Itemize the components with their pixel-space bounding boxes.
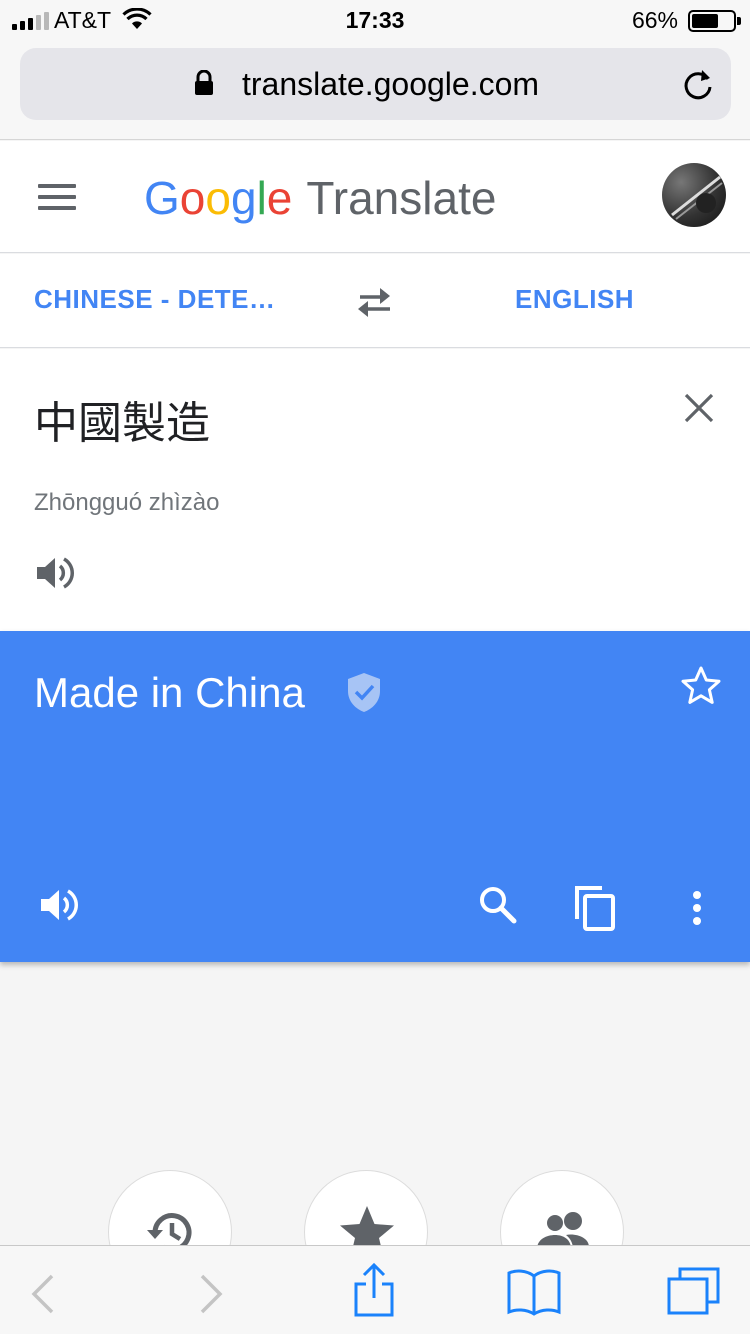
battery-fill (692, 14, 719, 28)
tabs-icon[interactable] (666, 1266, 722, 1316)
swap-languages-icon[interactable] (356, 286, 394, 318)
translation-result-card: Made in China (0, 631, 750, 962)
reload-icon[interactable] (681, 66, 715, 102)
browser-address-area: translate.google.com (0, 42, 750, 140)
avatar[interactable] (662, 163, 726, 227)
status-bar: AT&T 17:33 66% (0, 0, 750, 42)
romanization-text: Zhōngguó zhìzào (34, 489, 220, 516)
avatar-image (671, 175, 723, 220)
share-icon[interactable] (352, 1262, 396, 1318)
copy-icon[interactable] (574, 885, 616, 931)
clear-icon[interactable] (684, 393, 714, 423)
google-translate-logo[interactable]: Google Translate (144, 171, 496, 225)
battery-nub (737, 17, 741, 25)
source-panel: 中國製造 Zhōngguó zhìzào (0, 349, 750, 631)
app-header: Google Translate (0, 141, 750, 253)
star-outline-icon[interactable] (680, 665, 722, 705)
browser-toolbar (0, 1245, 750, 1334)
translation-text: Made in China (34, 669, 305, 716)
menu-icon[interactable] (38, 184, 76, 210)
target-language-selector[interactable]: ENGLISH (515, 284, 634, 315)
speaker-icon[interactable] (38, 887, 80, 923)
source-language-selector[interactable]: CHINESE - DETE… (34, 284, 276, 315)
more-options-icon[interactable] (690, 889, 704, 929)
bookmarks-icon[interactable] (506, 1268, 562, 1316)
language-bar: CHINESE - DETE… ENGLISH (0, 254, 750, 348)
product-name: Translate (306, 172, 497, 224)
battery-icon (688, 10, 736, 32)
forward-icon[interactable] (198, 1274, 224, 1314)
speaker-icon[interactable] (34, 555, 76, 591)
battery-percent: 66% (631, 7, 678, 33)
address-bar[interactable]: translate.google.com (20, 48, 731, 120)
verified-shield-icon[interactable] (346, 671, 382, 713)
source-text-input[interactable]: 中國製造 (34, 387, 210, 451)
url-text: translate.google.com (241, 66, 540, 102)
search-icon[interactable] (478, 885, 518, 925)
back-icon[interactable] (30, 1274, 56, 1314)
